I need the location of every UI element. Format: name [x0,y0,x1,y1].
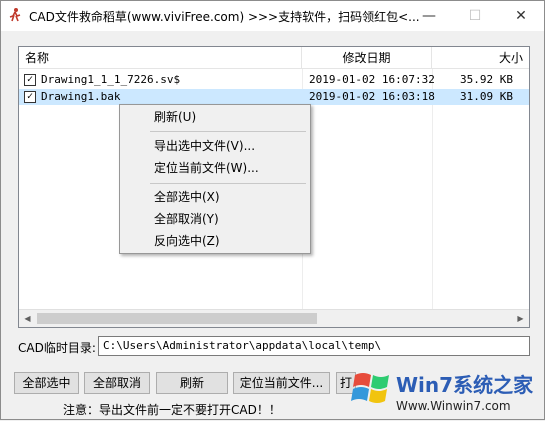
scroll-thumb[interactable] [37,313,317,324]
person-running-icon [9,8,21,22]
menu-item-deselect-all[interactable]: 全部取消(Y) [120,208,310,230]
title-bar[interactable]: CAD文件救命稻草(www.viviFree.com) >>>支持软件，扫码领红… [1,1,544,31]
watermark-brand: Win7系统之家 [396,373,534,397]
temp-dir-label: CAD临时目录: [18,341,96,355]
scroll-left-arrow-icon[interactable]: ◀ [19,310,36,327]
file-date: 2019-01-02 16:03:18 [309,90,435,103]
horizontal-scrollbar[interactable]: ◀ ▶ [19,309,529,327]
close-button[interactable]: ✕ [498,1,544,31]
maximize-button[interactable]: ☐ [452,1,498,31]
menu-separator [150,131,306,132]
context-menu: 刷新(U) 导出选中文件(V)... 定位当前文件(W)... 全部选中(X) … [119,104,311,254]
file-name: Drawing1_1_1_7226.sv$ [41,73,181,86]
column-header-name[interactable]: 名称 [19,47,302,69]
row-checkbox[interactable]: ✓ [24,74,36,86]
watermark-logo: Win7系统之家 Www.Winwin7.com [351,363,545,421]
menu-item-export-selected[interactable]: 导出选中文件(V)... [120,135,310,157]
refresh-button[interactable]: 刷新 [156,372,228,394]
menu-item-invert-selection[interactable]: 反向选中(Z) [120,230,310,252]
menu-item-locate-file[interactable]: 定位当前文件(W)... [120,157,310,179]
watermark-url: Www.Winwin7.com [396,399,511,413]
column-header-date[interactable]: 修改日期 [302,47,432,69]
temp-dir-field[interactable]: C:\Users\Administrator\appdata\local\tem… [98,336,530,356]
minimize-button[interactable]: — [406,1,452,31]
scroll-right-arrow-icon[interactable]: ▶ [512,310,529,327]
row-checkbox[interactable]: ✓ [24,91,36,103]
deselect-all-button[interactable]: 全部取消 [84,372,150,394]
file-size: 35.92 KB [460,73,513,86]
list-header: 名称 修改日期 大小 [19,47,529,69]
grid-line [432,69,433,309]
menu-separator [150,183,306,184]
warning-notice: 注意：导出文件前一定不要打开CAD！！ [63,403,281,417]
window-title: CAD文件救命稻草(www.viviFree.com) >>>支持软件，扫码领红… [29,10,420,24]
file-name: Drawing1.bak [41,90,121,103]
menu-item-refresh[interactable]: 刷新(U) [120,106,310,128]
table-row[interactable]: ✓ Drawing1_1_1_7226.sv$ 2019-01-02 16:07… [19,72,529,88]
menu-item-select-all[interactable]: 全部选中(X) [120,186,310,208]
file-date: 2019-01-02 16:07:32 [309,73,435,86]
windows-flag-icon [351,373,389,403]
app-window: CAD文件救命稻草(www.viviFree.com) >>>支持软件，扫码领红… [0,0,545,420]
select-all-button[interactable]: 全部选中 [14,372,79,394]
file-size: 31.09 KB [460,90,513,103]
table-row[interactable]: ✓ Drawing1.bak 2019-01-02 16:03:18 31.09… [19,89,529,105]
column-header-size[interactable]: 大小 [432,47,529,69]
locate-file-button[interactable]: 定位当前文件... [233,372,330,394]
